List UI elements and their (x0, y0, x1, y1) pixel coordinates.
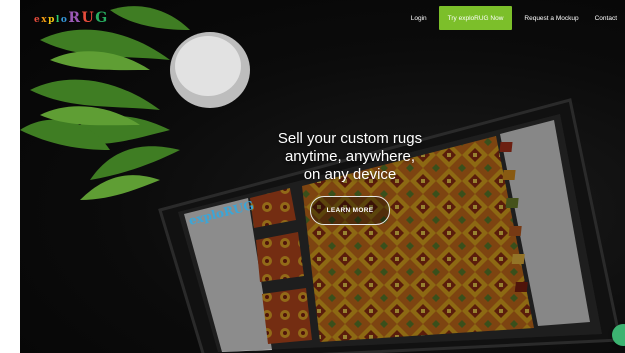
logo-letter: G (95, 10, 108, 26)
nav-login[interactable]: Login (403, 0, 435, 36)
nav-try-explorug-now[interactable]: Try exploRUG Now (438, 6, 513, 30)
learn-more-button[interactable]: LEARN MORE (309, 196, 391, 225)
logo-letter: R (68, 10, 81, 26)
explorug-logo[interactable]: exploRUG (34, 10, 108, 26)
top-navigation: exploRUG Login Try exploRUG Now Request a … (20, 0, 625, 36)
nav-contact[interactable]: Contact (587, 0, 625, 36)
logo-letter: x (41, 15, 48, 25)
logo-letter: o (60, 15, 68, 25)
logo-letter: U (81, 10, 95, 26)
logo-letter: e (34, 15, 41, 25)
nav-menu: Login Try exploRUG Now Request a Mockup Con… (403, 0, 625, 36)
hero-section: exploRUG exploRUG Login Try exploRUG Now R… (20, 0, 625, 353)
logo-letter: p (48, 15, 55, 25)
hero-headline-line-3: on any device (303, 166, 397, 183)
hero-headline-line-1: Sell your custom rugs (277, 130, 423, 147)
hero-content: Sell your custom rugs anytime, anywhere,… (230, 130, 470, 225)
hero-headline-line-2: anytime, anywhere, (284, 148, 416, 165)
nav-request-mockup[interactable]: Request a Mockup (516, 0, 586, 36)
logo-letter: l (55, 15, 60, 25)
